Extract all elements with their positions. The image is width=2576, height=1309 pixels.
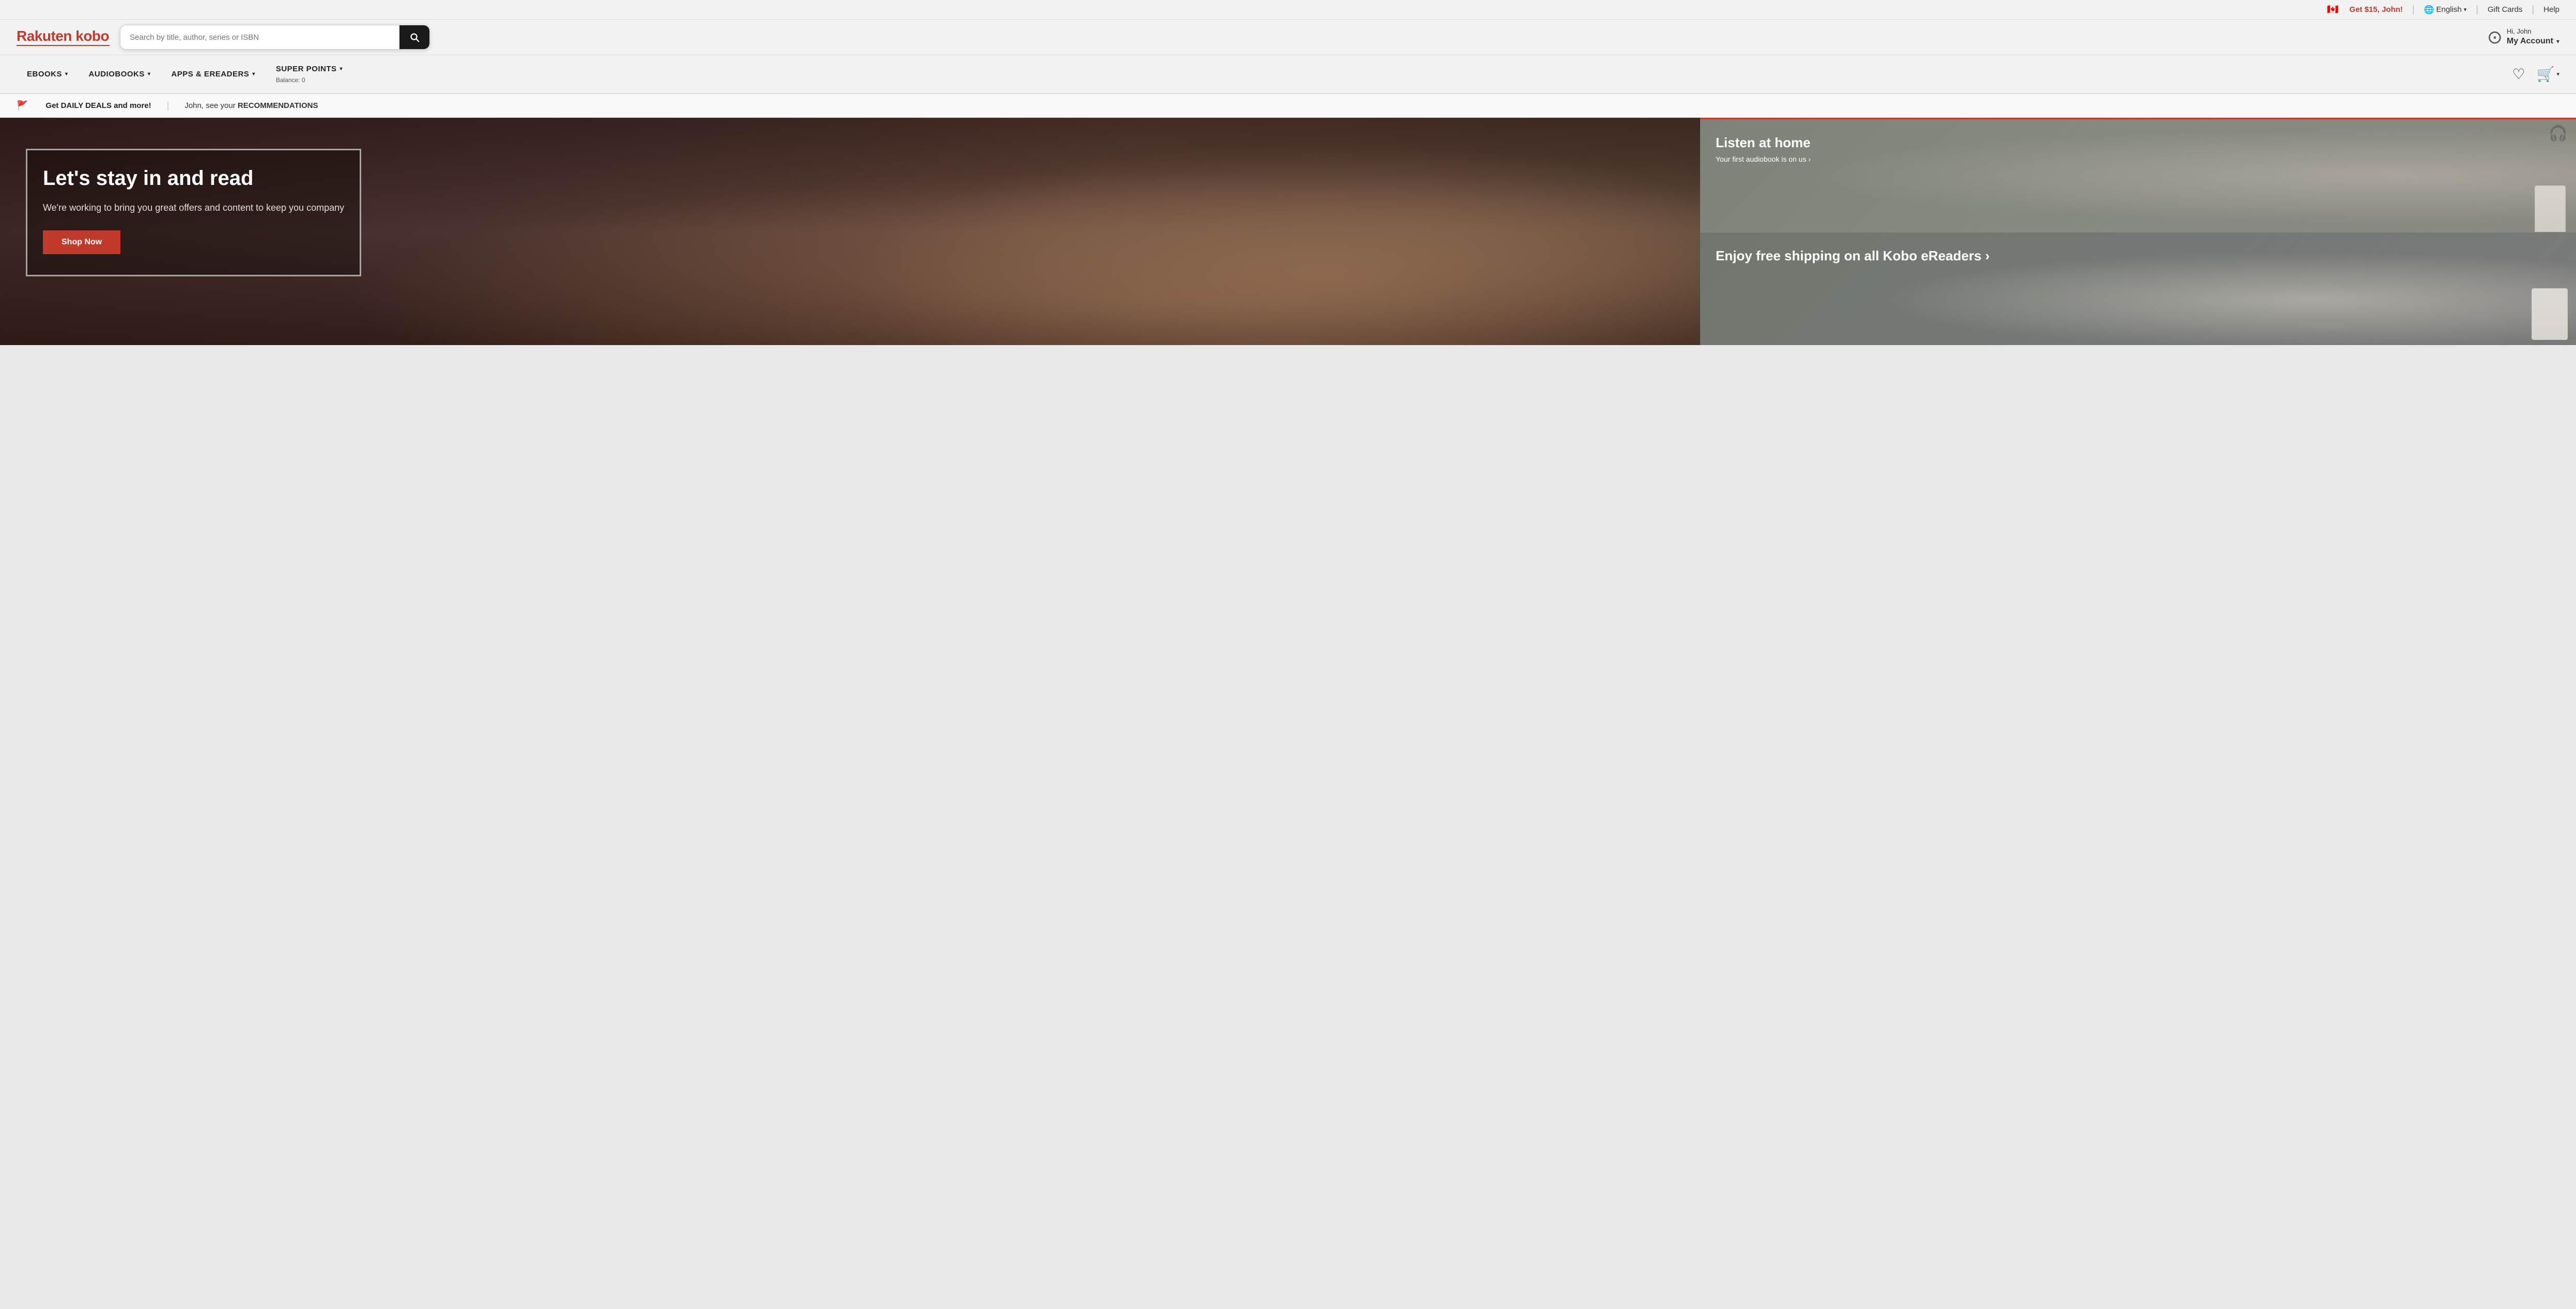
gift-cards-link[interactable]: Gift Cards <box>2488 5 2523 14</box>
deals-flag-icon: 🚩 <box>17 100 28 111</box>
panel2-title: Enjoy free shipping on all Kobo eReaders… <box>1716 248 2560 264</box>
search-icon <box>409 32 420 43</box>
cart-icon: 🛒 <box>2537 66 2555 83</box>
nav-audiobooks-label: AUDIOBOOKS <box>89 70 145 79</box>
hero-section: Let's stay in and read We're working to … <box>0 118 2576 345</box>
hero-title: Let's stay in and read <box>43 166 344 191</box>
wishlist-button[interactable]: ♡ <box>2512 66 2525 83</box>
deals-bar: 🚩 Get DAILY DEALS and more! | John, see … <box>0 94 2576 118</box>
ebooks-chevron-icon: ▾ <box>65 71 68 77</box>
audiobooks-chevron-icon: ▾ <box>148 71 151 77</box>
account-button[interactable]: ⊙ Hi, John My Account ▾ <box>2487 26 2559 48</box>
cart-chevron-icon: ▾ <box>2556 71 2559 77</box>
nav-apps-label: APPS & eREADERS <box>171 70 249 79</box>
account-icon: ⊙ <box>2487 26 2503 48</box>
nav-apps-ereaders[interactable]: APPS & eREADERS ▾ <box>161 60 265 88</box>
globe-icon: 🌐 <box>2424 5 2434 15</box>
header-right: ⊙ Hi, John My Account ▾ <box>2487 26 2559 48</box>
cart-button[interactable]: 🛒 ▾ <box>2537 66 2559 83</box>
main-nav: eBOOKS ▾ AUDIOBOOKS ▾ APPS & eREADERS ▾ … <box>0 55 2576 94</box>
search-button[interactable] <box>399 25 429 49</box>
nav-ebooks[interactable]: eBOOKS ▾ <box>17 60 79 88</box>
super-points-label: SUPER POINTS <box>276 65 337 73</box>
nav-audiobooks[interactable]: AUDIOBOOKS ▾ <box>79 60 161 88</box>
greeting-text: Hi, John <box>2507 27 2559 36</box>
separator-3: | <box>2532 4 2534 15</box>
nav-ebooks-label: eBOOKS <box>27 70 62 79</box>
separator-2: | <box>2476 4 2478 15</box>
help-link[interactable]: Help <box>2543 5 2559 14</box>
account-chevron-icon: ▾ <box>2556 38 2559 46</box>
shop-now-button[interactable]: Shop Now <box>43 230 120 254</box>
hero-content: Let's stay in and read We're working to … <box>26 149 1597 276</box>
language-label: English <box>2436 5 2462 14</box>
hero-panel-shipping[interactable]: Enjoy free shipping on all Kobo eReaders… <box>1700 232 2576 345</box>
hero-box: Let's stay in and read We're working to … <box>26 149 361 276</box>
recommendations-word: RECOMMENDATIONS <box>238 101 318 110</box>
promo-link[interactable]: Get $15, John! <box>2350 5 2403 14</box>
search-input[interactable] <box>120 25 399 49</box>
search-bar <box>120 25 430 50</box>
my-account-label: My Account <box>2507 36 2553 47</box>
language-chevron-icon: ▾ <box>2464 6 2467 13</box>
separator-1: | <box>2412 4 2415 15</box>
nav-super-points[interactable]: SUPER POINTS ▾ Balance: 0 <box>266 55 353 93</box>
panel1-link[interactable]: Your first audiobook is on us › <box>1716 155 1811 163</box>
super-points-balance: Balance: 0 <box>276 76 305 84</box>
site-logo[interactable]: Rakuten kobo <box>17 29 110 46</box>
recommendations-prefix: John, see your <box>184 101 238 110</box>
panel1-title: Listen at home <box>1716 135 2560 151</box>
language-selector[interactable]: 🌐 English ▾ <box>2424 5 2467 15</box>
super-points-chevron-icon: ▾ <box>340 66 343 72</box>
panel1-subtitle: Your first audiobook is on us › <box>1716 155 2560 163</box>
hero-subtitle: We're working to bring you great offers … <box>43 201 344 215</box>
deals-separator: | <box>167 100 169 111</box>
deals-text[interactable]: Get DAILY DEALS and more! <box>45 101 151 110</box>
top-utility-bar: 🇨🇦 Get $15, John! | 🌐 English ▾ | Gift C… <box>0 0 2576 20</box>
hero-right-panels: 🎧 Listen at home Your first audiobook is… <box>1700 118 2576 345</box>
canada-flag-icon: 🇨🇦 <box>2326 5 2340 14</box>
hero-panel-audiobook[interactable]: 🎧 Listen at home Your first audiobook is… <box>1700 118 2576 232</box>
nav-right-icons: ♡ 🛒 ▾ <box>2512 66 2559 83</box>
ereader-device2-icon <box>2532 288 2568 340</box>
account-text: Hi, John My Account ▾ <box>2507 27 2559 47</box>
apps-chevron-icon: ▾ <box>252 71 255 77</box>
logo-text: Rakuten kobo <box>17 29 110 43</box>
hero-main-banner: Let's stay in and read We're working to … <box>0 118 1700 345</box>
panel2-content: Enjoy free shipping on all Kobo eReaders… <box>1716 248 2560 268</box>
ereader-device-icon <box>2535 185 2566 232</box>
recommendations-text[interactable]: John, see your RECOMMENDATIONS <box>184 101 318 110</box>
site-header: Rakuten kobo ⊙ Hi, John My Account ▾ <box>0 20 2576 55</box>
logo-underline <box>17 45 110 46</box>
panel1-content: Listen at home Your first audiobook is o… <box>1716 135 2560 163</box>
